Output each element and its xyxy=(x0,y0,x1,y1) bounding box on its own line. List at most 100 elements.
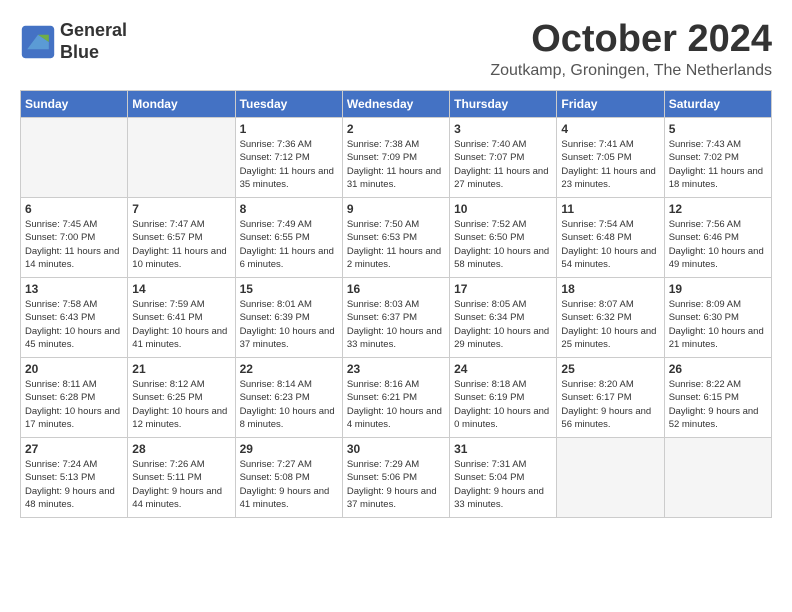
calendar-day-cell: 22Sunrise: 8:14 AM Sunset: 6:23 PM Dayli… xyxy=(235,358,342,438)
calendar-day-cell: 27 Sunrise: 7:24 AM Sunset: 5:13 PM Dayli… xyxy=(21,438,128,518)
day-number: 27 xyxy=(25,442,123,456)
day-number: 16 xyxy=(347,282,445,296)
day-number: 24 xyxy=(454,362,552,376)
day-info: Sunrise: 7:41 AM Sunset: 7:05 PM Dayligh… xyxy=(561,138,659,191)
calendar-day-cell xyxy=(21,118,128,198)
day-number: 11 xyxy=(561,202,659,216)
day-number: 4 xyxy=(561,122,659,136)
day-number: 8 xyxy=(240,202,338,216)
day-number: 29 xyxy=(240,442,338,456)
calendar-day-cell: 17Sunrise: 8:05 AM Sunset: 6:34 PM Dayli… xyxy=(450,278,557,358)
day-number: 26 xyxy=(669,362,767,376)
day-info: Sunrise: 7:59 AM Sunset: 6:41 PM Dayligh… xyxy=(132,298,230,351)
day-info: Sunrise: 8:05 AM Sunset: 6:34 PM Dayligh… xyxy=(454,298,552,351)
day-number: 13 xyxy=(25,282,123,296)
day-number: 23 xyxy=(347,362,445,376)
calendar-day-cell: 31 Sunrise: 7:31 AM Sunset: 5:04 PM Dayli… xyxy=(450,438,557,518)
day-number: 30 xyxy=(347,442,445,456)
day-info: Sunrise: 7:38 AM Sunset: 7:09 PM Dayligh… xyxy=(347,138,445,191)
calendar-day-cell: 5Sunrise: 7:43 AM Sunset: 7:02 PM Daylig… xyxy=(664,118,771,198)
calendar-week-row: 13 Sunrise: 7:58 AM Sunset: 6:43 PM Dayli… xyxy=(21,278,772,358)
day-number: 12 xyxy=(669,202,767,216)
calendar-day-cell: 10Sunrise: 7:52 AM Sunset: 6:50 PM Dayli… xyxy=(450,198,557,278)
calendar-day-cell: 15 Sunrise: 8:01 AM Sunset: 6:39 PM Dayli… xyxy=(235,278,342,358)
weekday-header: Sunday xyxy=(21,91,128,118)
calendar-table: SundayMondayTuesdayWednesdayThursdayFrid… xyxy=(20,90,772,518)
day-info: Sunrise: 7:26 AM Sunset: 5:11 PM Dayligh… xyxy=(132,458,230,511)
day-number: 6 xyxy=(25,202,123,216)
calendar-day-cell: 18 Sunrise: 8:07 AM Sunset: 6:32 PM Dayli… xyxy=(557,278,664,358)
day-info: Sunrise: 8:16 AM Sunset: 6:21 PM Dayligh… xyxy=(347,378,445,431)
calendar-day-cell: 6 Sunrise: 7:45 AM Sunset: 7:00 PM Daylig… xyxy=(21,198,128,278)
day-info: Sunrise: 7:24 AM Sunset: 5:13 PM Dayligh… xyxy=(25,458,123,511)
calendar-day-cell xyxy=(664,438,771,518)
day-info: Sunrise: 7:58 AM Sunset: 6:43 PM Dayligh… xyxy=(25,298,123,351)
day-info: Sunrise: 8:22 AM Sunset: 6:15 PM Dayligh… xyxy=(669,378,767,431)
day-info: Sunrise: 7:47 AM Sunset: 6:57 PM Dayligh… xyxy=(132,218,230,271)
day-info: Sunrise: 8:07 AM Sunset: 6:32 PM Dayligh… xyxy=(561,298,659,351)
weekday-header: Wednesday xyxy=(342,91,449,118)
day-number: 14 xyxy=(132,282,230,296)
weekday-header: Friday xyxy=(557,91,664,118)
calendar-body: 1 Sunrise: 7:36 AM Sunset: 7:12 PM Daylig… xyxy=(21,118,772,518)
day-info: Sunrise: 7:40 AM Sunset: 7:07 PM Dayligh… xyxy=(454,138,552,191)
day-number: 5 xyxy=(669,122,767,136)
month-title: October 2024 xyxy=(490,20,772,58)
day-info: Sunrise: 8:03 AM Sunset: 6:37 PM Dayligh… xyxy=(347,298,445,351)
day-info: Sunrise: 8:18 AM Sunset: 6:19 PM Dayligh… xyxy=(454,378,552,431)
calendar-week-row: 1 Sunrise: 7:36 AM Sunset: 7:12 PM Daylig… xyxy=(21,118,772,198)
logo-line2: Blue xyxy=(60,42,127,64)
day-number: 2 xyxy=(347,122,445,136)
calendar-day-cell: 30 Sunrise: 7:29 AM Sunset: 5:06 PM Dayli… xyxy=(342,438,449,518)
day-info: Sunrise: 7:27 AM Sunset: 5:08 PM Dayligh… xyxy=(240,458,338,511)
page-header: General Blue October 2024 Zoutkamp, Gron… xyxy=(20,20,772,80)
day-number: 21 xyxy=(132,362,230,376)
day-info: Sunrise: 7:31 AM Sunset: 5:04 PM Dayligh… xyxy=(454,458,552,511)
calendar-day-cell: 16 Sunrise: 8:03 AM Sunset: 6:37 PM Dayli… xyxy=(342,278,449,358)
calendar-header: SundayMondayTuesdayWednesdayThursdayFrid… xyxy=(21,91,772,118)
day-number: 15 xyxy=(240,282,338,296)
day-number: 19 xyxy=(669,282,767,296)
day-info: Sunrise: 8:12 AM Sunset: 6:25 PM Dayligh… xyxy=(132,378,230,431)
day-info: Sunrise: 7:52 AM Sunset: 6:50 PM Dayligh… xyxy=(454,218,552,271)
calendar-day-cell xyxy=(128,118,235,198)
calendar-week-row: 27 Sunrise: 7:24 AM Sunset: 5:13 PM Dayli… xyxy=(21,438,772,518)
calendar-day-cell: 28Sunrise: 7:26 AM Sunset: 5:11 PM Dayli… xyxy=(128,438,235,518)
calendar-week-row: 20Sunrise: 8:11 AM Sunset: 6:28 PM Dayli… xyxy=(21,358,772,438)
day-number: 7 xyxy=(132,202,230,216)
day-info: Sunrise: 7:36 AM Sunset: 7:12 PM Dayligh… xyxy=(240,138,338,191)
day-number: 31 xyxy=(454,442,552,456)
day-info: Sunrise: 8:09 AM Sunset: 6:30 PM Dayligh… xyxy=(669,298,767,351)
calendar-day-cell: 7 Sunrise: 7:47 AM Sunset: 6:57 PM Daylig… xyxy=(128,198,235,278)
calendar-day-cell: 1 Sunrise: 7:36 AM Sunset: 7:12 PM Daylig… xyxy=(235,118,342,198)
calendar-day-cell: 13 Sunrise: 7:58 AM Sunset: 6:43 PM Dayli… xyxy=(21,278,128,358)
day-number: 9 xyxy=(347,202,445,216)
day-info: Sunrise: 7:45 AM Sunset: 7:00 PM Dayligh… xyxy=(25,218,123,271)
day-info: Sunrise: 8:20 AM Sunset: 6:17 PM Dayligh… xyxy=(561,378,659,431)
day-number: 20 xyxy=(25,362,123,376)
day-number: 3 xyxy=(454,122,552,136)
calendar-day-cell: 8 Sunrise: 7:49 AM Sunset: 6:55 PM Daylig… xyxy=(235,198,342,278)
day-info: Sunrise: 8:14 AM Sunset: 6:23 PM Dayligh… xyxy=(240,378,338,431)
logo-icon xyxy=(20,24,56,60)
calendar-day-cell: 3 Sunrise: 7:40 AM Sunset: 7:07 PM Daylig… xyxy=(450,118,557,198)
calendar-day-cell: 2 Sunrise: 7:38 AM Sunset: 7:09 PM Daylig… xyxy=(342,118,449,198)
day-info: Sunrise: 8:01 AM Sunset: 6:39 PM Dayligh… xyxy=(240,298,338,351)
weekday-header: Thursday xyxy=(450,91,557,118)
calendar-day-cell: 11 Sunrise: 7:54 AM Sunset: 6:48 PM Dayli… xyxy=(557,198,664,278)
calendar-day-cell: 25Sunrise: 8:20 AM Sunset: 6:17 PM Dayli… xyxy=(557,358,664,438)
day-info: Sunrise: 7:54 AM Sunset: 6:48 PM Dayligh… xyxy=(561,218,659,271)
location: Zoutkamp, Groningen, The Netherlands xyxy=(490,62,772,80)
calendar-week-row: 6 Sunrise: 7:45 AM Sunset: 7:00 PM Daylig… xyxy=(21,198,772,278)
day-number: 1 xyxy=(240,122,338,136)
calendar-day-cell: 4 Sunrise: 7:41 AM Sunset: 7:05 PM Daylig… xyxy=(557,118,664,198)
day-info: Sunrise: 7:29 AM Sunset: 5:06 PM Dayligh… xyxy=(347,458,445,511)
day-info: Sunrise: 7:49 AM Sunset: 6:55 PM Dayligh… xyxy=(240,218,338,271)
calendar-day-cell: 20Sunrise: 8:11 AM Sunset: 6:28 PM Dayli… xyxy=(21,358,128,438)
calendar-day-cell: 12 Sunrise: 7:56 AM Sunset: 6:46 PM Dayli… xyxy=(664,198,771,278)
weekday-header: Saturday xyxy=(664,91,771,118)
weekday-header: Monday xyxy=(128,91,235,118)
calendar-day-cell: 19 Sunrise: 8:09 AM Sunset: 6:30 PM Dayli… xyxy=(664,278,771,358)
day-number: 18 xyxy=(561,282,659,296)
day-info: Sunrise: 7:56 AM Sunset: 6:46 PM Dayligh… xyxy=(669,218,767,271)
